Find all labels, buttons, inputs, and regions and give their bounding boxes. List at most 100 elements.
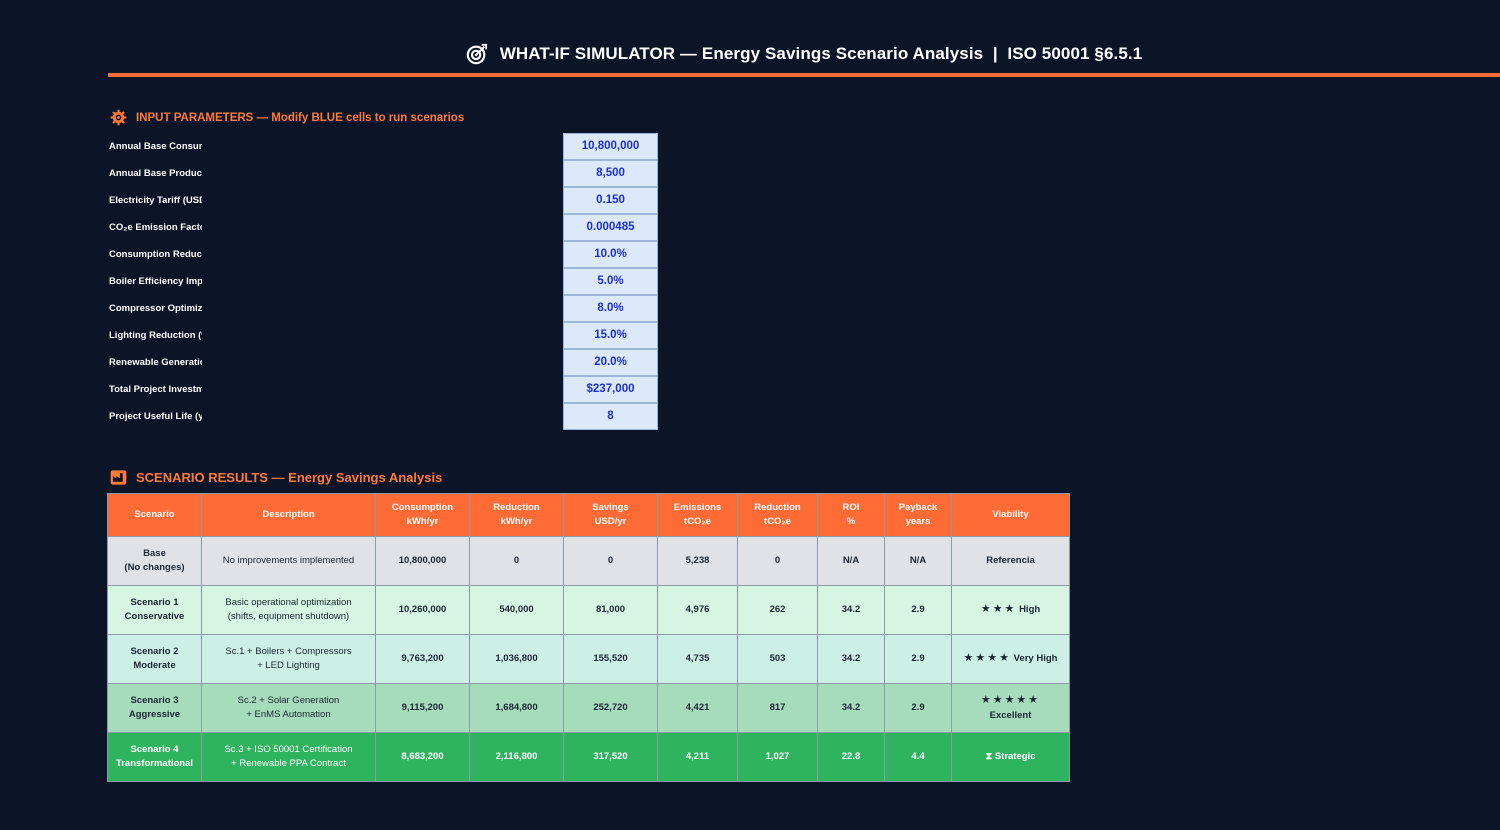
savings-cell: 155,520 [563, 634, 658, 684]
reduction-kwh-cell: 2,116,800 [469, 732, 564, 782]
roi-cell: 34.2 [817, 634, 885, 684]
param-input-electricity-tariff[interactable]: 0.150 [563, 187, 658, 214]
roi-cell: 34.2 [817, 585, 885, 635]
param-input-useful-life[interactable]: 8 [563, 403, 658, 430]
emissions-cell: 4,976 [657, 585, 738, 635]
viability-cell: Referencia [951, 536, 1070, 586]
consumption-cell: 8,683,200 [375, 732, 470, 782]
page-title: WHAT-IF SIMULATOR — Energy Savings Scena… [499, 44, 1143, 63]
savings-cell: 252,720 [563, 683, 658, 733]
scenario-results-table: Scenario Description Consumption kWh/yr R… [107, 493, 1070, 782]
description-cell: Sc.2 + Solar Generation + EnMS Automation [201, 683, 376, 733]
scenario-cell: Scenario 4 Transformational [107, 732, 202, 782]
reduction-tco2e-cell: 262 [737, 585, 818, 635]
star-rating-icon: ★★★★★ [980, 694, 1041, 706]
param-label: CO₂e Emission Factor (t/kWh) [109, 222, 202, 233]
column-header-reduction-tco2e: Reduction tCO₂e [737, 493, 818, 537]
description-cell: Sc.3 + ISO 50001 Certification + Renewabl… [201, 732, 376, 782]
param-input-emission-factor[interactable]: 0.000485 [563, 214, 658, 241]
reduction-tco2e-cell: 0 [737, 536, 818, 586]
savings-cell: 317,520 [563, 732, 658, 782]
column-header-emissions: Emissions tCO₂e [657, 493, 738, 537]
param-label: Renewable Generation (%) [109, 357, 202, 368]
param-label: Consumption Reduction (%) [109, 249, 202, 260]
param-row-consumption-reduction: Consumption Reduction (%) 10.0% [109, 241, 658, 268]
gear-icon [110, 109, 127, 126]
column-header-viability: Viability [951, 493, 1070, 537]
scenario-results-title: SCENARIO RESULTS — Energy Savings Analys… [136, 470, 443, 485]
description-cell: Sc.1 + Boilers + Compressors + LED Lighti… [201, 634, 376, 684]
consumption-cell: 9,115,200 [375, 683, 470, 733]
input-parameters-header: INPUT PARAMETERS — Modify BLUE cells to … [110, 109, 464, 126]
param-label: Annual Base Consumption (kWh) [109, 141, 202, 152]
scenario-cell: Scenario 3 Aggressive [107, 683, 202, 733]
target-icon [466, 43, 487, 65]
table-header-row: Scenario Description Consumption kWh/yr R… [107, 493, 1070, 537]
column-header-reduction-kwh: Reduction kWh/yr [469, 493, 564, 537]
param-input-compressor-optimization[interactable]: 8.0% [563, 295, 658, 322]
column-header-payback: Payback years [884, 493, 952, 537]
param-row-emission-factor: CO₂e Emission Factor (t/kWh) 0.000485 [109, 214, 658, 241]
page-title-bar: WHAT-IF SIMULATOR — Energy Savings Scena… [108, 36, 1500, 72]
param-label: Boiler Efficiency Improvement (%) [109, 276, 202, 287]
table-row: Scenario 3 Aggressive Sc.2 + Solar Genera… [107, 683, 1070, 733]
param-label: Total Project Investment (USD) [109, 384, 202, 395]
param-input-project-investment[interactable]: $237,000 [563, 376, 658, 403]
column-header-scenario: Scenario [107, 493, 202, 537]
column-header-consumption: Consumption kWh/yr [375, 493, 470, 537]
emissions-cell: 4,211 [657, 732, 738, 782]
reduction-kwh-cell: 1,684,800 [469, 683, 564, 733]
description-cell: No improvements implemented [201, 536, 376, 586]
payback-cell: N/A [884, 536, 952, 586]
param-input-lighting-reduction[interactable]: 15.0% [563, 322, 658, 349]
factory-icon [110, 470, 127, 485]
param-label: Compressor Optimization (%) [109, 303, 202, 314]
viability-label: Referencia [986, 554, 1035, 566]
param-input-boiler-efficiency[interactable]: 5.0% [563, 268, 658, 295]
viability-label: Excellent [989, 709, 1032, 721]
param-row-boiler-efficiency: Boiler Efficiency Improvement (%) 5.0% [109, 268, 658, 295]
table-row: Base (No changes) No improvements impleme… [107, 536, 1070, 586]
consumption-cell: 9,763,200 [375, 634, 470, 684]
roi-cell: N/A [817, 536, 885, 586]
param-label: Project Useful Life (years) [109, 411, 202, 422]
payback-cell: 2.9 [884, 683, 952, 733]
viability-label: Strategic [994, 750, 1036, 762]
title-divider [108, 73, 1500, 77]
param-label: Electricity Tariff (USD/kWh) [109, 195, 202, 206]
table-row: Scenario 4 Transformational Sc.3 + ISO 50… [107, 732, 1070, 782]
param-row-base-production: Annual Base Production (units) 8,500 [109, 160, 658, 187]
reduction-tco2e-cell: 817 [737, 683, 818, 733]
scenario-cell: Base (No changes) [107, 536, 202, 586]
consumption-cell: 10,800,000 [375, 536, 470, 586]
viability-label: High [1019, 604, 1041, 616]
hourglass-icon: ⧗ [985, 750, 993, 762]
param-input-base-production[interactable]: 8,500 [563, 160, 658, 187]
viability-label: Very High [1013, 653, 1058, 665]
payback-cell: 4.4 [884, 732, 952, 782]
payback-cell: 2.9 [884, 585, 952, 635]
savings-cell: 81,000 [563, 585, 658, 635]
param-row-base-consumption: Annual Base Consumption (kWh) 10,800,000 [109, 133, 658, 160]
reduction-tco2e-cell: 1,027 [737, 732, 818, 782]
input-parameters-title: INPUT PARAMETERS — Modify BLUE cells to … [136, 111, 465, 124]
reduction-kwh-cell: 0 [469, 536, 564, 586]
scenario-cell: Scenario 2 Moderate [107, 634, 202, 684]
param-row-useful-life: Project Useful Life (years) 8 [109, 403, 658, 430]
reduction-kwh-cell: 540,000 [469, 585, 564, 635]
param-row-compressor-optimization: Compressor Optimization (%) 8.0% [109, 295, 658, 322]
emissions-cell: 4,421 [657, 683, 738, 733]
param-input-base-consumption[interactable]: 10,800,000 [563, 133, 658, 160]
column-header-savings: Savings USD/yr [563, 493, 658, 537]
star-rating-icon: ★★★ [980, 603, 1017, 616]
param-input-renewable-generation[interactable]: 20.0% [563, 349, 658, 376]
reduction-tco2e-cell: 503 [737, 634, 818, 684]
param-row-project-investment: Total Project Investment (USD) $237,000 [109, 376, 658, 403]
param-input-consumption-reduction[interactable]: 10.0% [563, 241, 658, 268]
scenario-cell: Scenario 1 Conservative [107, 585, 202, 635]
table-row: Scenario 1 Conservative Basic operational… [107, 585, 1070, 635]
payback-cell: 2.9 [884, 634, 952, 684]
roi-cell: 22.8 [817, 732, 885, 782]
savings-cell: 0 [563, 536, 658, 586]
emissions-cell: 5,238 [657, 536, 738, 586]
